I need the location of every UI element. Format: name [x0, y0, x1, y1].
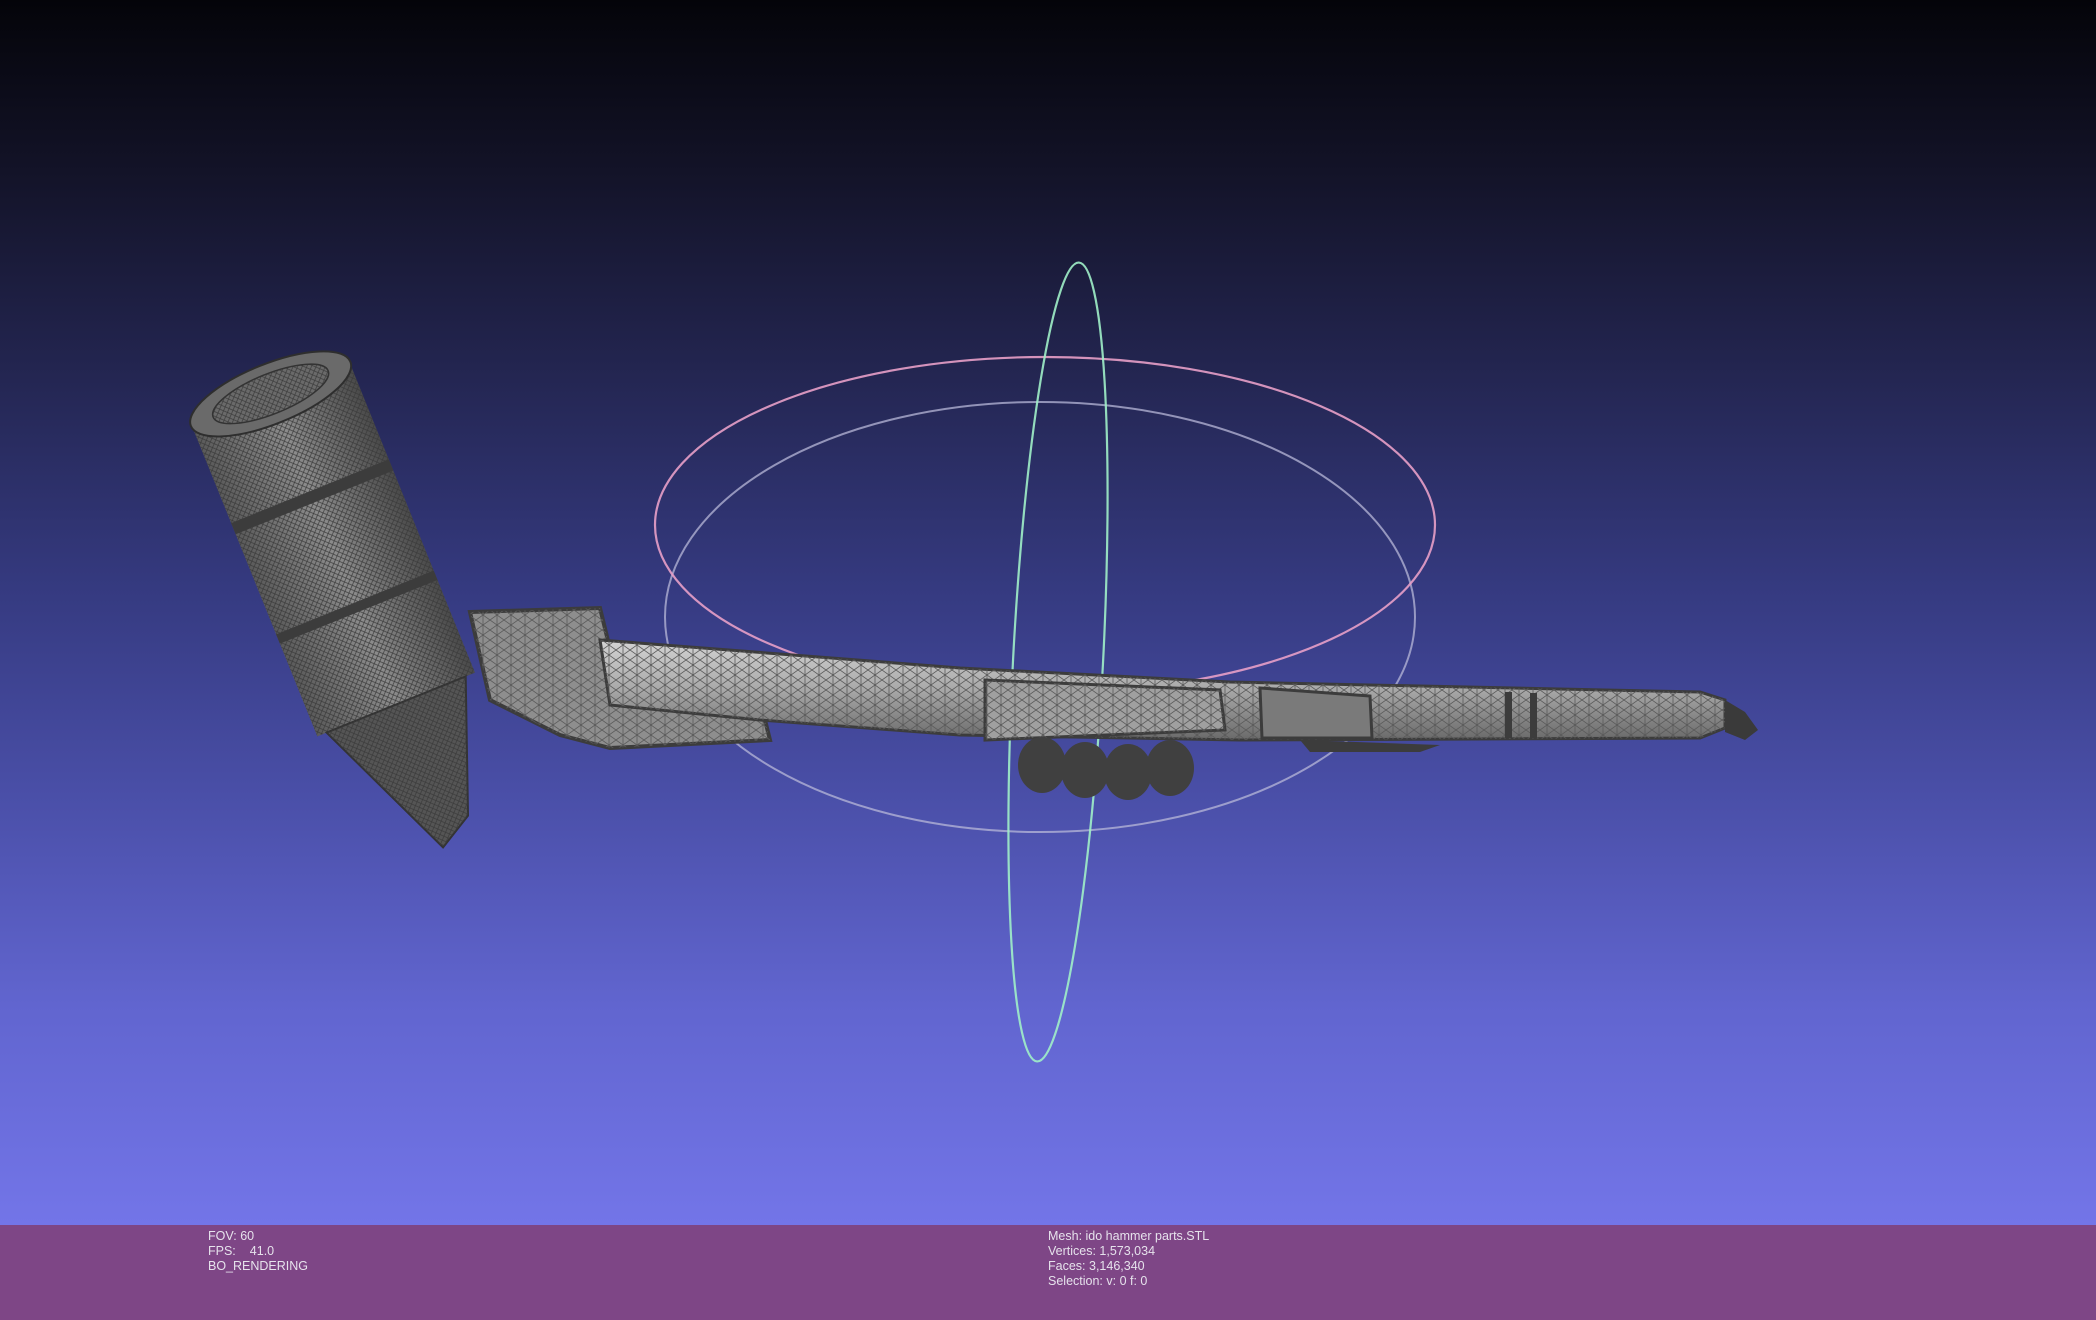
- mesh-name-line: Mesh: ido hammer parts.STL: [1048, 1229, 1209, 1244]
- render-mode: BO_RENDERING: [208, 1259, 309, 1273]
- fov-label: FOV:: [208, 1229, 237, 1243]
- faces-line: Faces: 3,146,340: [1048, 1259, 1209, 1274]
- info-status-bar: FOV: 60 FPS: 41.0 BO_RENDERING Mesh: ido …: [0, 1225, 2096, 1320]
- selection-value: v: 0 f: 0: [1106, 1274, 1148, 1288]
- gizmo-ring-x: [653, 355, 1437, 695]
- render-stats-panel: FOV: 60 FPS: 41.0 BO_RENDERING: [208, 1229, 308, 1274]
- vertices-value: 1,573,034: [1099, 1244, 1156, 1258]
- faces-label: Faces:: [1048, 1259, 1086, 1273]
- mesh-name: ido hammer parts.STL: [1085, 1229, 1210, 1243]
- selection-label: Selection:: [1048, 1274, 1103, 1288]
- fps-value: 41.0: [249, 1244, 275, 1258]
- vertices-label: Vertices:: [1048, 1244, 1096, 1258]
- mesh-info-panel: Mesh: ido hammer parts.STL Vertices: 1,5…: [1048, 1229, 1209, 1289]
- viewport-canvas[interactable]: [0, 0, 2096, 1225]
- fov-line: FOV: 60: [208, 1229, 308, 1244]
- meshlab-window: FOV: 60 FPS: 41.0 BO_RENDERING Mesh: ido …: [0, 0, 2096, 1320]
- fov-value: 60: [240, 1229, 255, 1243]
- fps-line: FPS: 41.0: [208, 1244, 308, 1259]
- mesh-model-icon[interactable]: [180, 334, 1758, 876]
- vertices-line: Vertices: 1,573,034: [1048, 1244, 1209, 1259]
- selection-line: Selection: v: 0 f: 0: [1048, 1274, 1209, 1289]
- mesh-label: Mesh:: [1048, 1229, 1083, 1243]
- fps-label: FPS:: [208, 1244, 236, 1258]
- 3d-viewport[interactable]: [0, 0, 2096, 1225]
- faces-value: 3,146,340: [1089, 1259, 1145, 1273]
- gizmo-ring-y: [1007, 261, 1109, 1063]
